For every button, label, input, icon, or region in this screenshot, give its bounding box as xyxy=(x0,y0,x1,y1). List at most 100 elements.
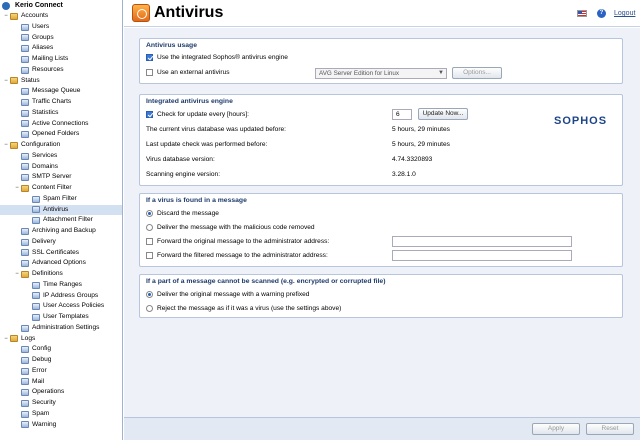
delivery-icon xyxy=(21,238,29,246)
help-icon[interactable]: ? xyxy=(597,9,606,18)
kerio-logo-icon xyxy=(2,1,10,10)
reject-option[interactable]: Reject the message as if it was a virus … xyxy=(146,305,341,312)
deliver-removed-option[interactable]: Deliver the message with the malicious c… xyxy=(146,224,315,231)
sidebar-item-mailing-lists[interactable]: Mailing Lists xyxy=(0,54,122,65)
update-interval-input[interactable]: 6 xyxy=(392,109,412,120)
sidebar-item-config[interactable]: Config xyxy=(0,344,122,355)
deliver-warning-radio[interactable] xyxy=(146,291,153,298)
tree-items: − Accounts Users Groups Aliases Mailing Lists… xyxy=(0,11,122,430)
last-check-label: Last update check was performed before: xyxy=(146,141,268,148)
sidebar-item-user-access-policies[interactable]: User Access Policies xyxy=(0,301,122,312)
deliver-removed-label: Deliver the message with the malicious c… xyxy=(157,224,315,231)
ip-address-groups-icon xyxy=(32,292,40,300)
sidebar-item-groups[interactable]: Groups xyxy=(0,33,122,44)
sidebar-item-logs[interactable]: − Logs xyxy=(0,334,122,345)
sidebar-item-statistics[interactable]: Statistics xyxy=(0,108,122,119)
sidebar-item-domains[interactable]: Domains xyxy=(0,162,122,173)
forward-original-option[interactable]: Forward the original message to the admi… xyxy=(146,238,329,245)
deliver-warning-option[interactable]: Deliver the original message with a warn… xyxy=(146,291,309,298)
sidebar-item-label: IP Address Groups xyxy=(43,291,99,299)
logout-link[interactable]: Logout xyxy=(614,10,635,17)
check-update-option[interactable]: Check for update every [hours]: xyxy=(146,111,249,118)
sidebar-item-spam[interactable]: Spam xyxy=(0,409,122,420)
collapse-toggle-icon[interactable]: − xyxy=(13,183,21,194)
sidebar-item-message-queue[interactable]: Message Queue xyxy=(0,86,122,97)
sidebar-item-status[interactable]: − Status xyxy=(0,76,122,87)
page-title: Antivirus xyxy=(154,4,224,21)
reset-button[interactable]: Reset xyxy=(586,423,634,435)
sidebar-item-mail[interactable]: Mail xyxy=(0,377,122,388)
external-antivirus-select[interactable]: AVG Server Edition for Linux ▼ xyxy=(315,68,447,79)
tree-root[interactable]: Kerio Connect xyxy=(0,0,122,11)
sidebar-item-attachment-filter[interactable]: Attachment Filter xyxy=(0,215,122,226)
collapse-toggle-icon[interactable]: − xyxy=(2,76,10,87)
sidebar-item-error[interactable]: Error xyxy=(0,366,122,377)
sidebar-item-accounts[interactable]: − Accounts xyxy=(0,11,122,22)
sidebar-item-ip-address-groups[interactable]: IP Address Groups xyxy=(0,291,122,302)
update-now-button[interactable]: Update Now... xyxy=(418,108,468,120)
sidebar-item-archiving-and-backup[interactable]: Archiving and Backup xyxy=(0,226,122,237)
collapse-toggle-icon[interactable]: − xyxy=(2,334,10,345)
sidebar-item-debug[interactable]: Debug xyxy=(0,355,122,366)
external-antivirus-option[interactable]: Use an external antivirus xyxy=(146,69,230,76)
integrated-engine-checkbox[interactable] xyxy=(146,54,153,61)
sidebar-item-opened-folders[interactable]: Opened Folders xyxy=(0,129,122,140)
sidebar-item-advanced-options[interactable]: Advanced Options xyxy=(0,258,122,269)
us-flag-icon[interactable] xyxy=(577,10,587,17)
discard-radio[interactable] xyxy=(146,210,153,217)
sidebar-item-user-templates[interactable]: User Templates xyxy=(0,312,122,323)
sidebar-item-label: Opened Folders xyxy=(32,130,80,138)
sidebar-item-security[interactable]: Security xyxy=(0,398,122,409)
sidebar-item-services[interactable]: Services xyxy=(0,151,122,162)
discard-option[interactable]: Discard the message xyxy=(146,210,219,217)
sidebar-item-traffic-charts[interactable]: Traffic Charts xyxy=(0,97,122,108)
external-antivirus-checkbox[interactable] xyxy=(146,69,153,76)
main-content: Antivirus usage Use the integrated Sopho… xyxy=(124,28,640,417)
reject-radio[interactable] xyxy=(146,305,153,312)
sidebar-item-resources[interactable]: Resources xyxy=(0,65,122,76)
integrated-engine-label: Use the integrated Sophos® antivirus eng… xyxy=(157,54,288,61)
integrated-engine-option[interactable]: Use the integrated Sophos® antivirus eng… xyxy=(146,54,288,61)
sidebar-item-ssl-certificates[interactable]: SSL Certificates xyxy=(0,248,122,259)
sidebar-item-label: Resources xyxy=(32,65,64,73)
sidebar-item-users[interactable]: Users xyxy=(0,22,122,33)
sidebar-item-time-ranges[interactable]: Time Ranges xyxy=(0,280,122,291)
forward-filtered-address-input[interactable] xyxy=(392,250,572,261)
sidebar-item-label: Debug xyxy=(32,356,52,363)
sidebar-item-label: User Templates xyxy=(43,313,89,320)
options-button[interactable]: Options... xyxy=(452,67,502,79)
sidebar-item-definitions[interactable]: − Definitions xyxy=(0,269,122,280)
external-antivirus-label: Use an external antivirus xyxy=(157,69,230,76)
sidebar-item-active-connections[interactable]: Active Connections xyxy=(0,119,122,130)
sidebar-item-label: Content Filter xyxy=(32,184,72,191)
collapse-toggle-icon[interactable]: − xyxy=(13,269,21,280)
sidebar-item-operations[interactable]: Operations xyxy=(0,387,122,398)
forward-filtered-label: Forward the filtered message to the admi… xyxy=(157,252,328,259)
sidebar-item-label: Definitions xyxy=(32,270,63,277)
folder-icon xyxy=(10,141,18,149)
deliver-removed-radio[interactable] xyxy=(146,224,153,231)
sidebar-item-administration-settings[interactable]: Administration Settings xyxy=(0,323,122,334)
sidebar-item-warning[interactable]: Warning xyxy=(0,420,122,431)
db-updated-value: 5 hours, 29 minutes xyxy=(392,126,450,133)
check-update-checkbox[interactable] xyxy=(146,111,153,118)
folder-icon xyxy=(21,270,29,278)
collapse-toggle-icon[interactable]: − xyxy=(2,11,10,22)
user-access-policies-icon xyxy=(32,303,40,311)
sidebar-item-spam-filter[interactable]: Spam Filter xyxy=(0,194,122,205)
integrated-engine-legend: Integrated antivirus engine xyxy=(146,98,233,105)
sidebar-item-smtp-server[interactable]: SMTP Server xyxy=(0,172,122,183)
sidebar-item-configuration[interactable]: − Configuration xyxy=(0,140,122,151)
forward-filtered-option[interactable]: Forward the filtered message to the admi… xyxy=(146,252,328,259)
forward-original-address-input[interactable] xyxy=(392,236,572,247)
sidebar-item-antivirus[interactable]: Antivirus xyxy=(0,204,122,216)
forward-original-checkbox[interactable] xyxy=(146,238,153,245)
collapse-toggle-icon[interactable]: − xyxy=(2,140,10,151)
sidebar-item-aliases[interactable]: Aliases xyxy=(0,43,122,54)
sidebar-item-content-filter[interactable]: − Content Filter xyxy=(0,183,122,194)
forward-filtered-checkbox[interactable] xyxy=(146,252,153,259)
sidebar-item-label: Accounts xyxy=(21,12,49,19)
sidebar-item-delivery[interactable]: Delivery xyxy=(0,237,122,248)
active-connections-icon xyxy=(21,120,29,128)
apply-button[interactable]: Apply xyxy=(532,423,580,435)
